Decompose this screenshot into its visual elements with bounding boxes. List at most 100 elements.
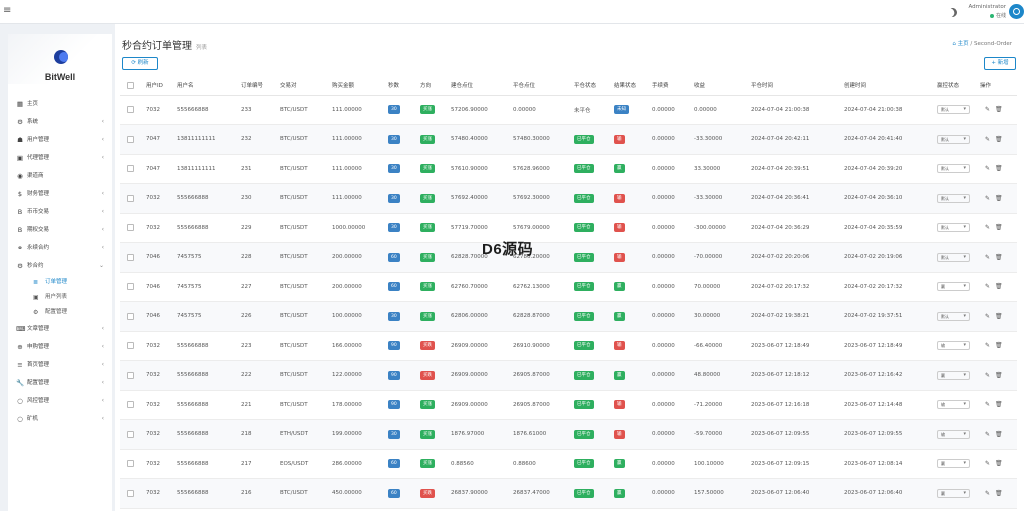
edit-icon[interactable]: ✎ [985,342,990,349]
seconds-badge: 60 [388,488,400,498]
row-checkbox[interactable] [127,194,134,202]
row-checkbox[interactable] [127,371,134,379]
sidebar-item-1[interactable]: ⚙ 系统 ‹ [8,113,112,131]
refresh-button[interactable]: ⟳ 刷新 [122,57,158,70]
edit-icon[interactable]: ✎ [985,106,990,113]
sidebar-item-after-5[interactable]: ○ 矿机 ‹ [8,410,112,428]
edit-icon[interactable]: ✎ [985,195,990,202]
control-select[interactable]: 默认 [937,134,970,144]
add-button[interactable]: + 新增 [984,57,1016,70]
control-select[interactable]: 默认 [937,252,970,262]
delete-icon[interactable]: 🗑 [995,106,1003,113]
control-select[interactable]: 默认 [937,311,970,321]
control-select[interactable]: 输 [937,341,970,351]
delete-icon[interactable]: 🗑 [995,401,1003,408]
sidebar-item-6[interactable]: B 币币交易 ‹ [8,203,112,221]
user-id: 7046 [146,301,177,332]
control-select[interactable]: 输 [937,429,970,439]
sidebar-item-8[interactable]: ⚭ 永续合约 ‹ [8,239,112,257]
edit-icon[interactable]: ✎ [985,401,990,408]
sidebar-item-2[interactable]: ☗ 用户管理 ‹ [8,131,112,149]
sidebar-item-9[interactable]: ⚙ 秒合约 ⌄ [8,257,112,275]
edit-icon[interactable]: ✎ [985,165,990,172]
table-row: 7046 7457575 228 BTC/USDT 200.00000 60 买涨 62828… [120,242,1017,273]
edit-icon[interactable]: ✎ [985,490,990,497]
sidebar-item-3[interactable]: ▣ 代理管理 ‹ [8,149,112,167]
sidebar-item-after-4[interactable]: ○ 风控管理 ‹ [8,392,112,410]
edit-icon[interactable]: ✎ [985,136,990,143]
control-select[interactable]: 赢 [937,370,970,380]
row-checkbox[interactable] [127,253,134,261]
delete-icon[interactable]: 🗑 [995,224,1003,231]
row-select-cell [120,331,146,361]
edit-icon[interactable]: ✎ [985,431,990,438]
chevron-left-icon: ‹ [101,208,104,215]
sidebar-item-7[interactable]: B 期权交易 ‹ [8,221,112,239]
delete-icon[interactable]: 🗑 [995,372,1003,379]
sidebar-item-5[interactable]: $ 财务管理 ‹ [8,185,112,203]
breadcrumb-home[interactable]: ⌂ 主页 [952,41,968,47]
row-checkbox[interactable] [127,312,134,320]
delete-icon[interactable]: 🗑 [995,165,1003,172]
control-select[interactable]: 默认 [937,105,970,115]
row-checkbox[interactable] [127,460,134,468]
delete-icon[interactable]: 🗑 [995,431,1003,438]
row-checkbox[interactable] [127,342,134,350]
sidebar-subitem-0[interactable]: ≣ 订单管理 [8,275,112,290]
users-icon: ☗ [17,136,23,144]
edit-icon[interactable]: ✎ [985,254,990,261]
power-icon[interactable] [1009,4,1024,19]
close-status-badge-cell: 已平仓 [574,478,614,509]
control-select[interactable]: 默认 [937,223,970,233]
control-select[interactable]: 赢 [937,282,970,292]
user-info[interactable]: Administrator 在线 [962,4,1007,19]
sidebar-subitem-2[interactable]: ⚙ 配置管理 [8,305,112,320]
sidebar-item-after-0[interactable]: ⌨ 文章管理 ‹ [8,320,112,338]
row-checkbox[interactable] [127,430,134,438]
control-select[interactable]: 默认 [937,164,970,174]
header-select-all[interactable] [120,76,146,96]
edit-icon[interactable]: ✎ [985,283,990,290]
sidebar-item-label: 期权交易 [27,227,50,233]
control-select[interactable]: 赢 [937,459,970,469]
delete-icon[interactable]: 🗑 [995,195,1003,202]
delete-icon[interactable]: 🗑 [995,313,1003,320]
edit-icon[interactable]: ✎ [985,224,990,231]
sidebar-item-0[interactable]: ▦ 主页 [8,95,112,113]
gear-icon: ⚙ [17,118,23,126]
moon-icon[interactable] [946,6,958,18]
profit: -33.30000 [694,183,751,214]
row-checkbox[interactable] [127,224,134,232]
sidebar-item-after-2[interactable]: ≡ 首页管理 ‹ [8,356,112,374]
row-checkbox[interactable] [127,489,134,497]
sidebar-item-after-1[interactable]: ⊕ 申购管理 ‹ [8,338,112,356]
direction-badge: 买涨 [420,105,435,115]
row-checkbox[interactable] [127,106,134,114]
row-checkbox[interactable] [127,401,134,409]
row-checkbox[interactable] [127,135,134,143]
delete-icon[interactable]: 🗑 [995,460,1003,467]
direction-badge: 买涨 [420,193,435,203]
sidebar-subitem-1[interactable]: ▣ 用户列表 [8,290,112,305]
sidebar-item-4[interactable]: ◉ 渠道商 [8,167,112,185]
delete-icon[interactable]: 🗑 [995,342,1003,349]
edit-icon[interactable]: ✎ [985,372,990,379]
delete-icon[interactable]: 🗑 [995,136,1003,143]
control-select[interactable]: 默认 [937,193,970,203]
close-price: 26905.87000 [513,360,574,391]
delete-icon[interactable]: 🗑 [995,283,1003,290]
control-select[interactable]: 输 [937,400,970,410]
delete-icon[interactable]: 🗑 [995,490,1003,497]
breadcrumb: ⌂ 主页 / Second-Order [952,39,1012,47]
row-checkbox[interactable] [127,165,134,173]
select-all-checkbox[interactable] [127,81,134,89]
sidebar-item-after-3[interactable]: 🔧 配置管理 ‹ [8,374,112,392]
edit-icon[interactable]: ✎ [985,313,990,320]
edit-icon[interactable]: ✎ [985,460,990,467]
breadcrumb-separator: / [970,41,973,47]
profit: -71.20000 [694,390,751,420]
row-checkbox[interactable] [127,283,134,291]
hamburger-icon[interactable]: ≡ [3,5,11,16]
delete-icon[interactable]: 🗑 [995,254,1003,261]
control-select[interactable]: 赢 [937,488,970,498]
